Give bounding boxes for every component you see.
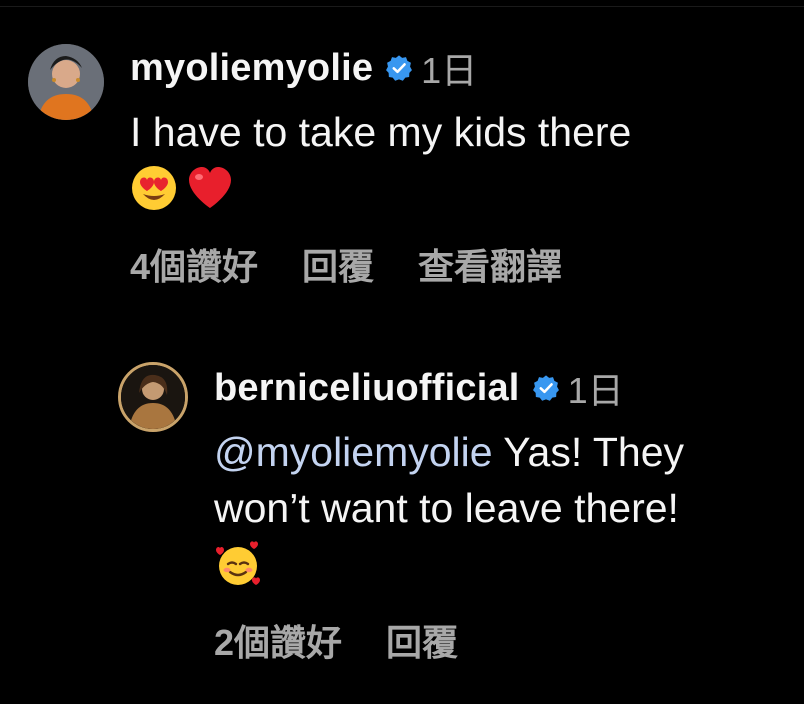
comment-header: myoliemyolie 1日 <box>130 40 780 96</box>
comments-panel: myoliemyolie 1日 I have to take my kids t… <box>0 0 804 704</box>
verified-badge-icon <box>385 54 413 82</box>
username[interactable]: myoliemyolie <box>130 47 373 90</box>
comment-text-line2: won’t want to leave there! <box>214 485 679 531</box>
avatar[interactable] <box>118 362 188 432</box>
reply-button[interactable]: 回覆 <box>386 614 458 666</box>
avatar[interactable] <box>28 44 104 120</box>
emoji-row <box>130 160 780 216</box>
comment-header: berniceliuofficial 1日 <box>214 360 794 416</box>
emoji-row <box>214 536 794 592</box>
comment-body: myoliemyolie 1日 I have to take my kids t… <box>130 40 780 290</box>
mention-link[interactable]: @myoliemyolie <box>214 429 493 475</box>
comment-body: berniceliuofficial 1日 @myoliemyolie Yas!… <box>214 360 794 666</box>
comment-text-line1: Yas! They <box>492 429 685 475</box>
reply-button[interactable]: 回覆 <box>302 238 374 290</box>
likes-count-button[interactable]: 2個讚好 <box>214 614 342 666</box>
red-heart-icon <box>186 164 234 212</box>
timestamp: 1日 <box>421 50 478 91</box>
likes-count-button[interactable]: 4個讚好 <box>130 238 258 290</box>
comment-actions: 4個讚好 回覆 查看翻譯 <box>130 238 780 290</box>
comment-text: @myoliemyolie Yas! They won’t want to lea… <box>214 424 794 536</box>
see-translation-button[interactable]: 查看翻譯 <box>418 238 562 290</box>
username[interactable]: berniceliuofficial <box>214 367 520 410</box>
smiling-face-with-heart-eyes-icon <box>130 164 178 212</box>
divider <box>0 6 804 7</box>
smiling-face-with-hearts-icon <box>214 540 262 588</box>
timestamp: 1日 <box>567 370 624 411</box>
verified-badge-icon <box>532 374 560 402</box>
comment-text: I have to take my kids there <box>130 109 632 155</box>
comment-actions: 2個讚好 回覆 <box>214 614 794 666</box>
